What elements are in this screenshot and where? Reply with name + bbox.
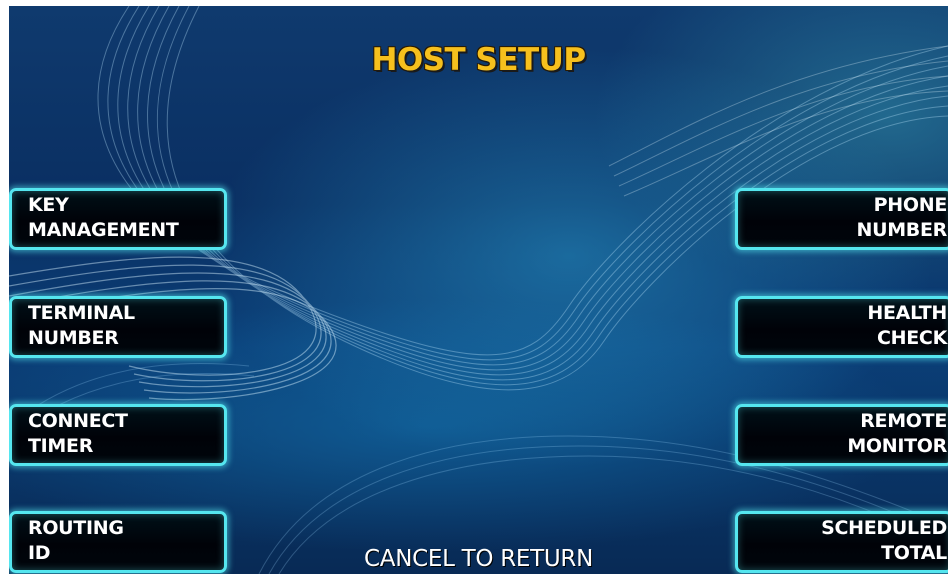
button-label-line2: NUMBER — [856, 219, 947, 241]
button-label-line2: NUMBER — [28, 327, 119, 349]
key-management-button[interactable]: KEY MANAGEMENT — [9, 188, 227, 250]
atm-screen: HOST SETUP KEY MANAGEMENT TERMINAL NUMBE… — [9, 6, 948, 574]
remote-monitor-button[interactable]: REMOTE MONITOR — [735, 404, 948, 466]
cancel-instruction: CANCEL TO RETURN — [364, 546, 593, 572]
button-label-line1: KEY — [28, 194, 69, 216]
button-label-line1: HEALTH — [867, 302, 947, 324]
button-label-line1: PHONE — [873, 194, 948, 216]
phone-number-button[interactable]: PHONE NUMBER — [735, 188, 948, 250]
button-label-line1: ROUTING — [28, 517, 124, 539]
button-label-line2: TIMER — [28, 435, 94, 457]
terminal-number-button[interactable]: TERMINAL NUMBER — [9, 296, 227, 358]
connect-timer-button[interactable]: CONNECT TIMER — [9, 404, 227, 466]
button-label-line2: CHECK — [877, 327, 947, 349]
button-label-line2: MANAGEMENT — [28, 219, 179, 241]
health-check-button[interactable]: HEALTH CHECK — [735, 296, 948, 358]
button-label-line1: TERMINAL — [28, 302, 135, 324]
page-title: HOST SETUP — [371, 42, 586, 78]
background-wave-art — [9, 6, 948, 574]
button-label-line2: MONITOR — [847, 435, 947, 457]
button-label-line1: REMOTE — [860, 410, 947, 432]
button-label-line1: CONNECT — [28, 410, 128, 432]
button-label-line1: SCHEDULED — [821, 517, 947, 539]
